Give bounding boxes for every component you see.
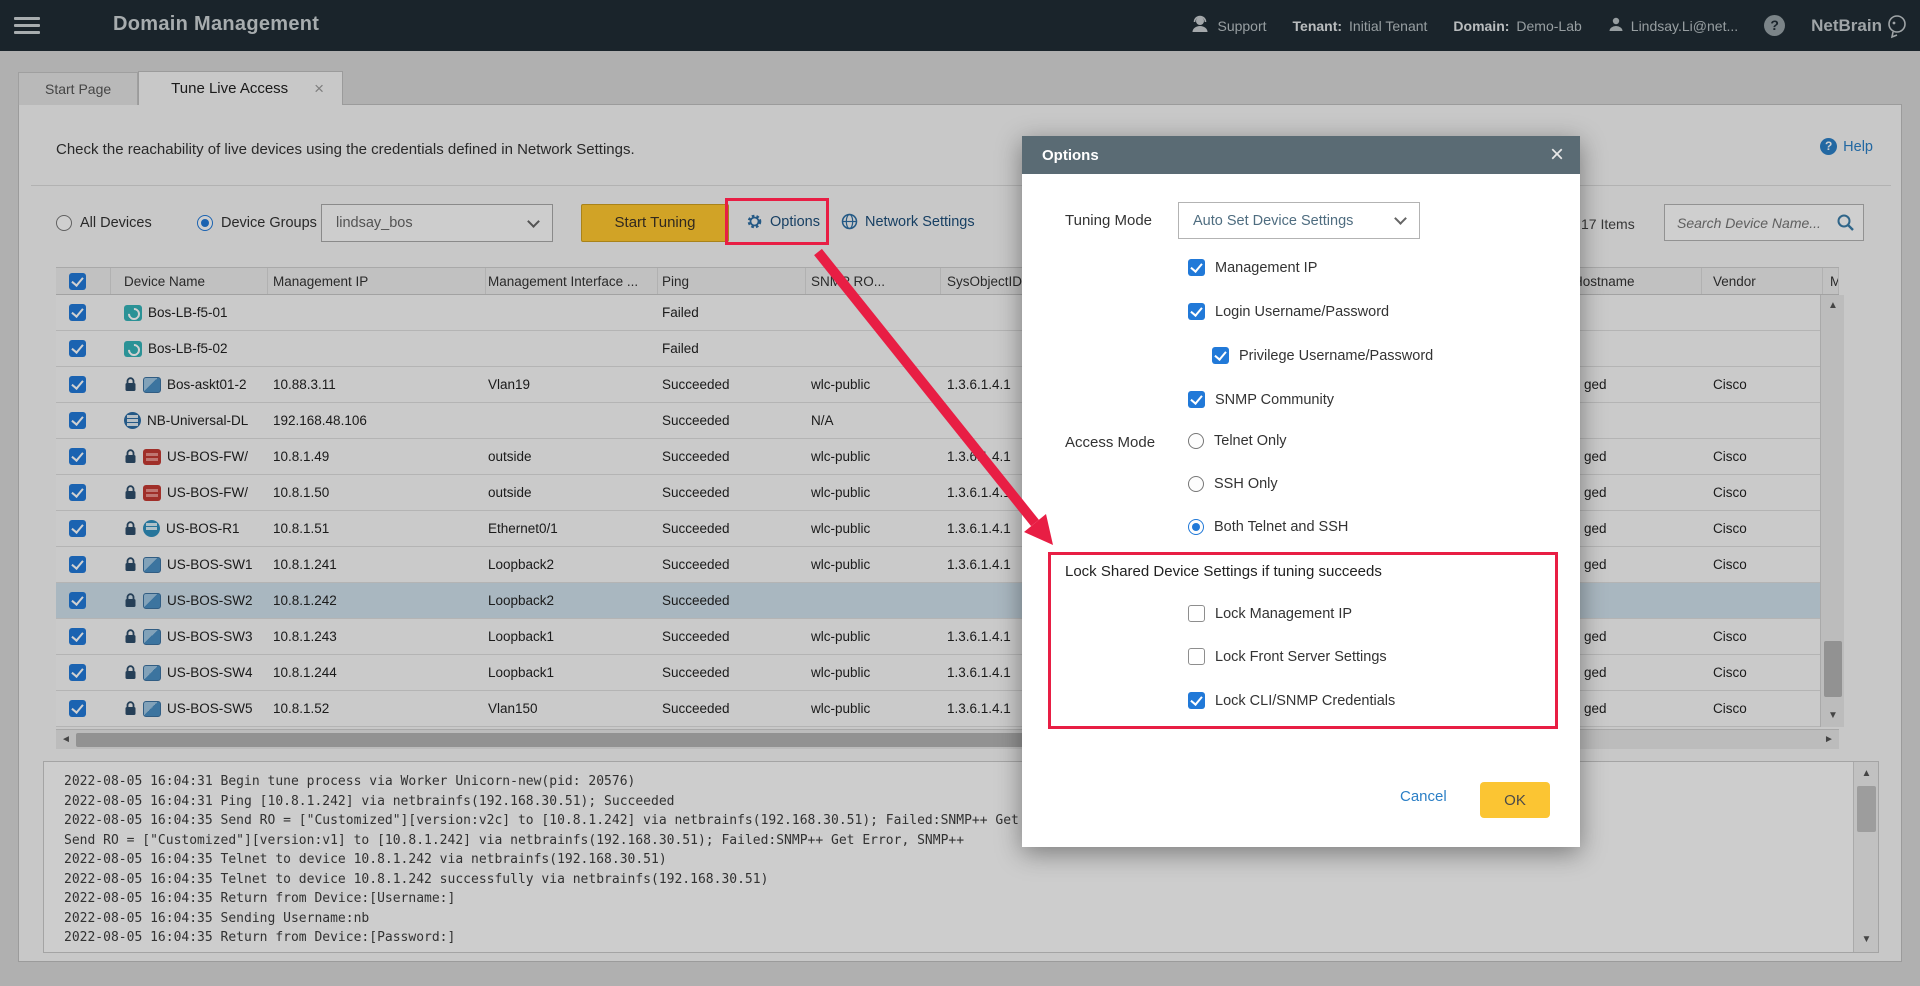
close-icon[interactable]: × — [1550, 143, 1564, 167]
radio-icon[interactable] — [1188, 519, 1204, 535]
checkbox[interactable] — [1188, 259, 1205, 276]
tuning-mode-label: Tuning Mode — [1065, 212, 1152, 229]
tuning-mode-select[interactable]: Auto Set Device Settings — [1178, 202, 1420, 239]
tuning-checkbox[interactable]: Management IP — [1188, 259, 1317, 276]
access-mode-radio[interactable]: Telnet Only — [1188, 433, 1287, 449]
access-mode-radio[interactable]: Both Telnet and SSH — [1188, 519, 1348, 535]
access-mode-radio[interactable]: SSH Only — [1188, 476, 1278, 492]
ok-button[interactable]: OK — [1480, 782, 1550, 818]
access-mode-label: Access Mode — [1065, 434, 1155, 451]
checkbox[interactable] — [1212, 347, 1229, 364]
checkbox[interactable] — [1188, 692, 1205, 709]
lock-section-title: Lock Shared Device Settings if tuning su… — [1065, 563, 1382, 580]
lock-checkbox[interactable]: Lock Front Server Settings — [1188, 648, 1387, 665]
checkbox[interactable] — [1188, 303, 1205, 320]
options-dialog: Options × Tuning Mode Auto Set Device Se… — [1022, 136, 1580, 847]
tuning-checkbox[interactable]: SNMP Community — [1188, 391, 1334, 408]
lock-checkbox[interactable]: Lock CLI/SNMP Credentials — [1188, 692, 1395, 709]
cancel-button[interactable]: Cancel — [1400, 788, 1447, 805]
tuning-checkbox[interactable]: Privilege Username/Password — [1212, 347, 1433, 364]
lock-checkbox[interactable]: Lock Management IP — [1188, 605, 1352, 622]
modal-backdrop — [0, 0, 1920, 986]
dialog-header: Options × — [1022, 136, 1580, 174]
checkbox[interactable] — [1188, 605, 1205, 622]
radio-icon[interactable] — [1188, 433, 1204, 449]
tuning-checkbox[interactable]: Login Username/Password — [1188, 303, 1389, 320]
chevron-down-icon — [1394, 212, 1407, 225]
checkbox[interactable] — [1188, 391, 1205, 408]
dialog-title: Options — [1042, 147, 1099, 164]
radio-icon[interactable] — [1188, 476, 1204, 492]
checkbox[interactable] — [1188, 648, 1205, 665]
